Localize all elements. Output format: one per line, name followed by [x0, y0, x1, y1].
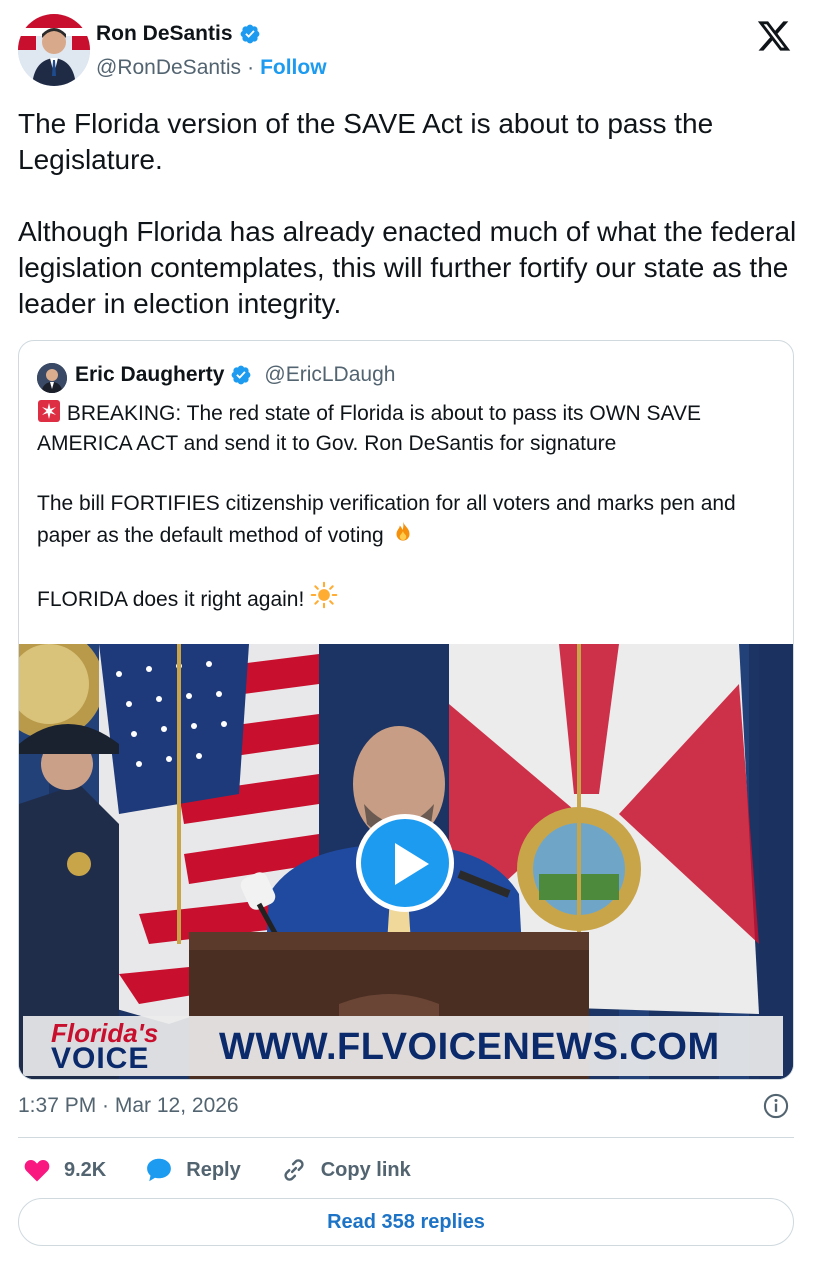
speech-bubble-icon [147, 1158, 172, 1182]
reply-label: Reply [186, 1158, 241, 1181]
like-count: 9.2K [64, 1158, 107, 1181]
quoted-tweet-text: BREAKING: The red state of Florida is ab… [37, 399, 777, 615]
sun-emoji-icon [310, 581, 338, 609]
author-handle[interactable]: @RonDeSantis [96, 56, 241, 80]
read-replies-button[interactable]: Read 358 replies [18, 1198, 794, 1246]
verified-badge-icon [240, 24, 259, 44]
x-logo-icon[interactable] [756, 18, 792, 54]
tweet-text: The Florida version of the SAVE Act is a… [18, 108, 797, 319]
info-icon[interactable] [762, 1092, 790, 1120]
reply-button[interactable]: Reply [144, 1155, 241, 1185]
author-handle-row: @RonDeSantis · Follow [96, 56, 327, 80]
follow-button[interactable]: Follow [260, 56, 327, 80]
quoted-line-1: BREAKING: The red state of Florida is ab… [37, 402, 706, 455]
divider [18, 1137, 794, 1138]
fire-emoji-icon [396, 521, 410, 541]
quoted-author-avatar[interactable] [37, 363, 67, 393]
heart-icon [24, 1160, 50, 1182]
banner-url: WWW.FLVOICENEWS.COM [219, 1026, 720, 1068]
quoted-author-name[interactable]: Eric Daugherty [75, 363, 224, 387]
play-button[interactable] [356, 814, 454, 912]
video-banner: Florida's VOICE WWW.FLVOICENEWS.COM [23, 1016, 783, 1076]
quoted-line-3: FLORIDA does it right again! [37, 588, 305, 611]
quoted-author-handle[interactable]: @EricLDaugh [264, 363, 395, 387]
banner-logo-bottom: VOICE [51, 1042, 150, 1075]
author-name[interactable]: Ron DeSantis [96, 22, 233, 46]
copy-link-label: Copy link [320, 1158, 411, 1181]
tweet-header: Ron DeSantis @RonDeSantis · Follow [18, 14, 796, 90]
quoted-tweet-card[interactable]: Eric Daugherty @EricLDaugh BREAKING: The… [18, 340, 794, 1080]
link-icon [284, 1159, 304, 1181]
video-player[interactable]: Florida's VOICE WWW.FLVOICENEWS.COM [19, 644, 793, 1079]
quoted-author-row: Eric Daugherty @EricLDaugh [75, 363, 395, 387]
rotating-light-emoji-icon [38, 400, 60, 422]
action-bar: 9.2K Reply Copy link [18, 1152, 794, 1188]
author-avatar[interactable] [18, 14, 90, 86]
like-button[interactable]: 9.2K [22, 1155, 106, 1185]
copy-link-button[interactable]: Copy link [279, 1155, 411, 1185]
tweet-meta: 1:37 PM · Mar 12, 2026 [18, 1092, 794, 1124]
verified-badge-icon [231, 365, 251, 385]
separator-dot: · [247, 56, 255, 79]
timestamp[interactable]: 1:37 PM · Mar 12, 2026 [18, 1094, 239, 1117]
author-name-row: Ron DeSantis [96, 22, 261, 46]
